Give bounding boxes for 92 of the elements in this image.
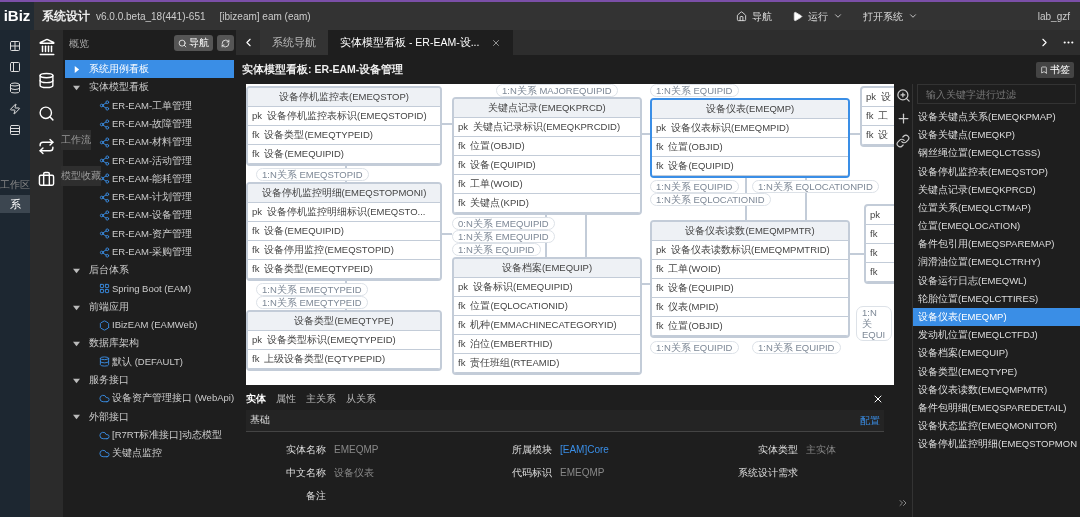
- field-name: 设备类型(EMEQTYPEID): [264, 261, 373, 276]
- field-name: 位置(OBJID): [668, 318, 723, 333]
- field-name: 设备停机监控表标识(EMEQSTOPID): [267, 108, 427, 123]
- entity-title: 设备仪表(EMEQMP): [652, 100, 848, 119]
- key-label: fk: [870, 264, 878, 279]
- key-label: fk: [656, 280, 664, 295]
- field-label: 所属模块: [511, 443, 552, 457]
- field-name: 仪表(MPID): [668, 299, 719, 314]
- key-label: pk: [252, 108, 263, 123]
- key-label: fk: [656, 139, 664, 154]
- field-name: 设备(EQUIPID): [470, 157, 536, 172]
- field-name: 设备仪表读数标识(EMEQMPMTRID): [671, 242, 830, 257]
- board-title: 实体模型看板: ER-EAM-设备管理: [242, 61, 405, 77]
- field-value: EMEQMP: [334, 443, 380, 457]
- tooltip: 工作流: [61, 130, 91, 151]
- field-name: 设备仪表标识(EMEQMPID): [671, 120, 790, 135]
- key-label: fk: [458, 176, 466, 191]
- field-label: 实体类型: [757, 443, 798, 457]
- field-name: 设备(EMEQUIPID): [264, 223, 345, 238]
- key-label: pk: [252, 332, 263, 347]
- key-label: fk: [458, 195, 466, 210]
- field-value: EMEQMP: [560, 466, 606, 480]
- entity-title: 设备档案(EMEQUIP): [454, 259, 640, 278]
- key-label: pk: [656, 120, 667, 135]
- key-label: fk: [866, 108, 874, 123]
- logo: iBiz: [0, 2, 34, 30]
- field-name: 设备停机监控明细标识(EMEQSTO...: [267, 204, 426, 219]
- key-label: fk: [458, 317, 466, 332]
- field-name: 关键点记录标识(EMEQKPRCDID): [473, 119, 621, 134]
- field-name: 责任班组(RTEAMID): [470, 355, 560, 370]
- field-label: 中文名称: [285, 466, 326, 480]
- field-label: 备注: [305, 489, 326, 503]
- key-label: fk: [656, 299, 664, 314]
- field-name: 设备(EQUIPID): [668, 280, 734, 295]
- field-name: 位置(OBJID): [470, 138, 525, 153]
- field-label: 实体名称: [285, 443, 326, 457]
- field-name: 设备类型(EMEQTYPEID): [264, 127, 373, 142]
- key-label: fk: [252, 127, 260, 142]
- key-label: fk: [656, 158, 664, 173]
- key-label: fk: [870, 226, 878, 241]
- app-title: 系统设计: [42, 8, 90, 25]
- field-value: 设备仪表: [334, 466, 375, 480]
- field-name: 位置(OBJID): [668, 139, 723, 154]
- entity-title: 设备停机监控明细(EMEQSTOPMONI): [248, 184, 440, 203]
- field-name: 设备类型标识(EMEQTYPEID): [267, 332, 396, 347]
- key-label: fk: [252, 351, 260, 366]
- key-label: pk: [870, 207, 881, 222]
- key-label: fk: [252, 223, 260, 238]
- key-label: pk: [866, 89, 877, 104]
- field-label: 系统设计需求: [737, 466, 798, 480]
- key-label: fk: [252, 242, 260, 257]
- field-name: 机种(EMMACHINECATEGORYID): [470, 317, 617, 332]
- section-title: 基础: [250, 413, 271, 428]
- field-name: 设: [878, 127, 889, 142]
- key-label: fk: [458, 355, 466, 370]
- key-label: fk: [656, 261, 664, 276]
- field-value: 主实体: [806, 443, 837, 457]
- key-label: fk: [458, 336, 466, 351]
- key-label: fk: [656, 318, 664, 333]
- field-name: 工单(WOID): [668, 261, 721, 276]
- field-name: 泊位(EMBERTHID): [470, 336, 553, 351]
- field-name: 设备标识(EMEQUIPID): [473, 279, 573, 294]
- entity-title: 关键点记录(EMEQKPRCD): [454, 99, 640, 118]
- field-name: 设备(EMEQUIPID): [264, 146, 345, 161]
- key-label: fk: [458, 298, 466, 313]
- field-name: 设: [881, 89, 892, 104]
- field-name: 工单(WOID): [470, 176, 523, 191]
- field-name: 关键点(KPID): [470, 195, 529, 210]
- tooltip: 模型收藏: [61, 166, 101, 187]
- key-label: fk: [870, 245, 878, 260]
- key-label: pk: [252, 204, 263, 219]
- key-label: pk: [458, 119, 469, 134]
- key-label: fk: [252, 261, 260, 276]
- key-label: pk: [458, 279, 469, 294]
- entity-title: 设备仪表读数(EMEQMPMTR): [652, 222, 848, 241]
- project-text: [ibizeam] eam (eam): [219, 9, 311, 24]
- key-label: fk: [458, 157, 466, 172]
- panel-title: 概览: [69, 36, 90, 51]
- field-name: 设备(EQUIPID): [668, 158, 734, 173]
- field-label: 代码标识: [511, 466, 552, 480]
- field-name: 上级设备类型(EQTYPEPID): [264, 351, 386, 366]
- key-label: fk: [252, 146, 260, 161]
- key-label: pk: [656, 242, 667, 257]
- key-label: fk: [866, 127, 874, 142]
- version-text: v6.0.0.beta_18(441)-651: [96, 9, 206, 24]
- workspace-label: 工作区: [0, 178, 30, 192]
- entity-title: 设备停机监控表(EMEQSTOP): [248, 88, 440, 107]
- entity-title: 设备类型(EMEQTYPE): [248, 312, 440, 331]
- field-name: 位置(EQLOCATIONID): [470, 298, 568, 313]
- field-name: 工: [878, 108, 889, 123]
- key-label: fk: [458, 138, 466, 153]
- field-name: 设备停用监控(EMEQSTOPID): [264, 242, 394, 257]
